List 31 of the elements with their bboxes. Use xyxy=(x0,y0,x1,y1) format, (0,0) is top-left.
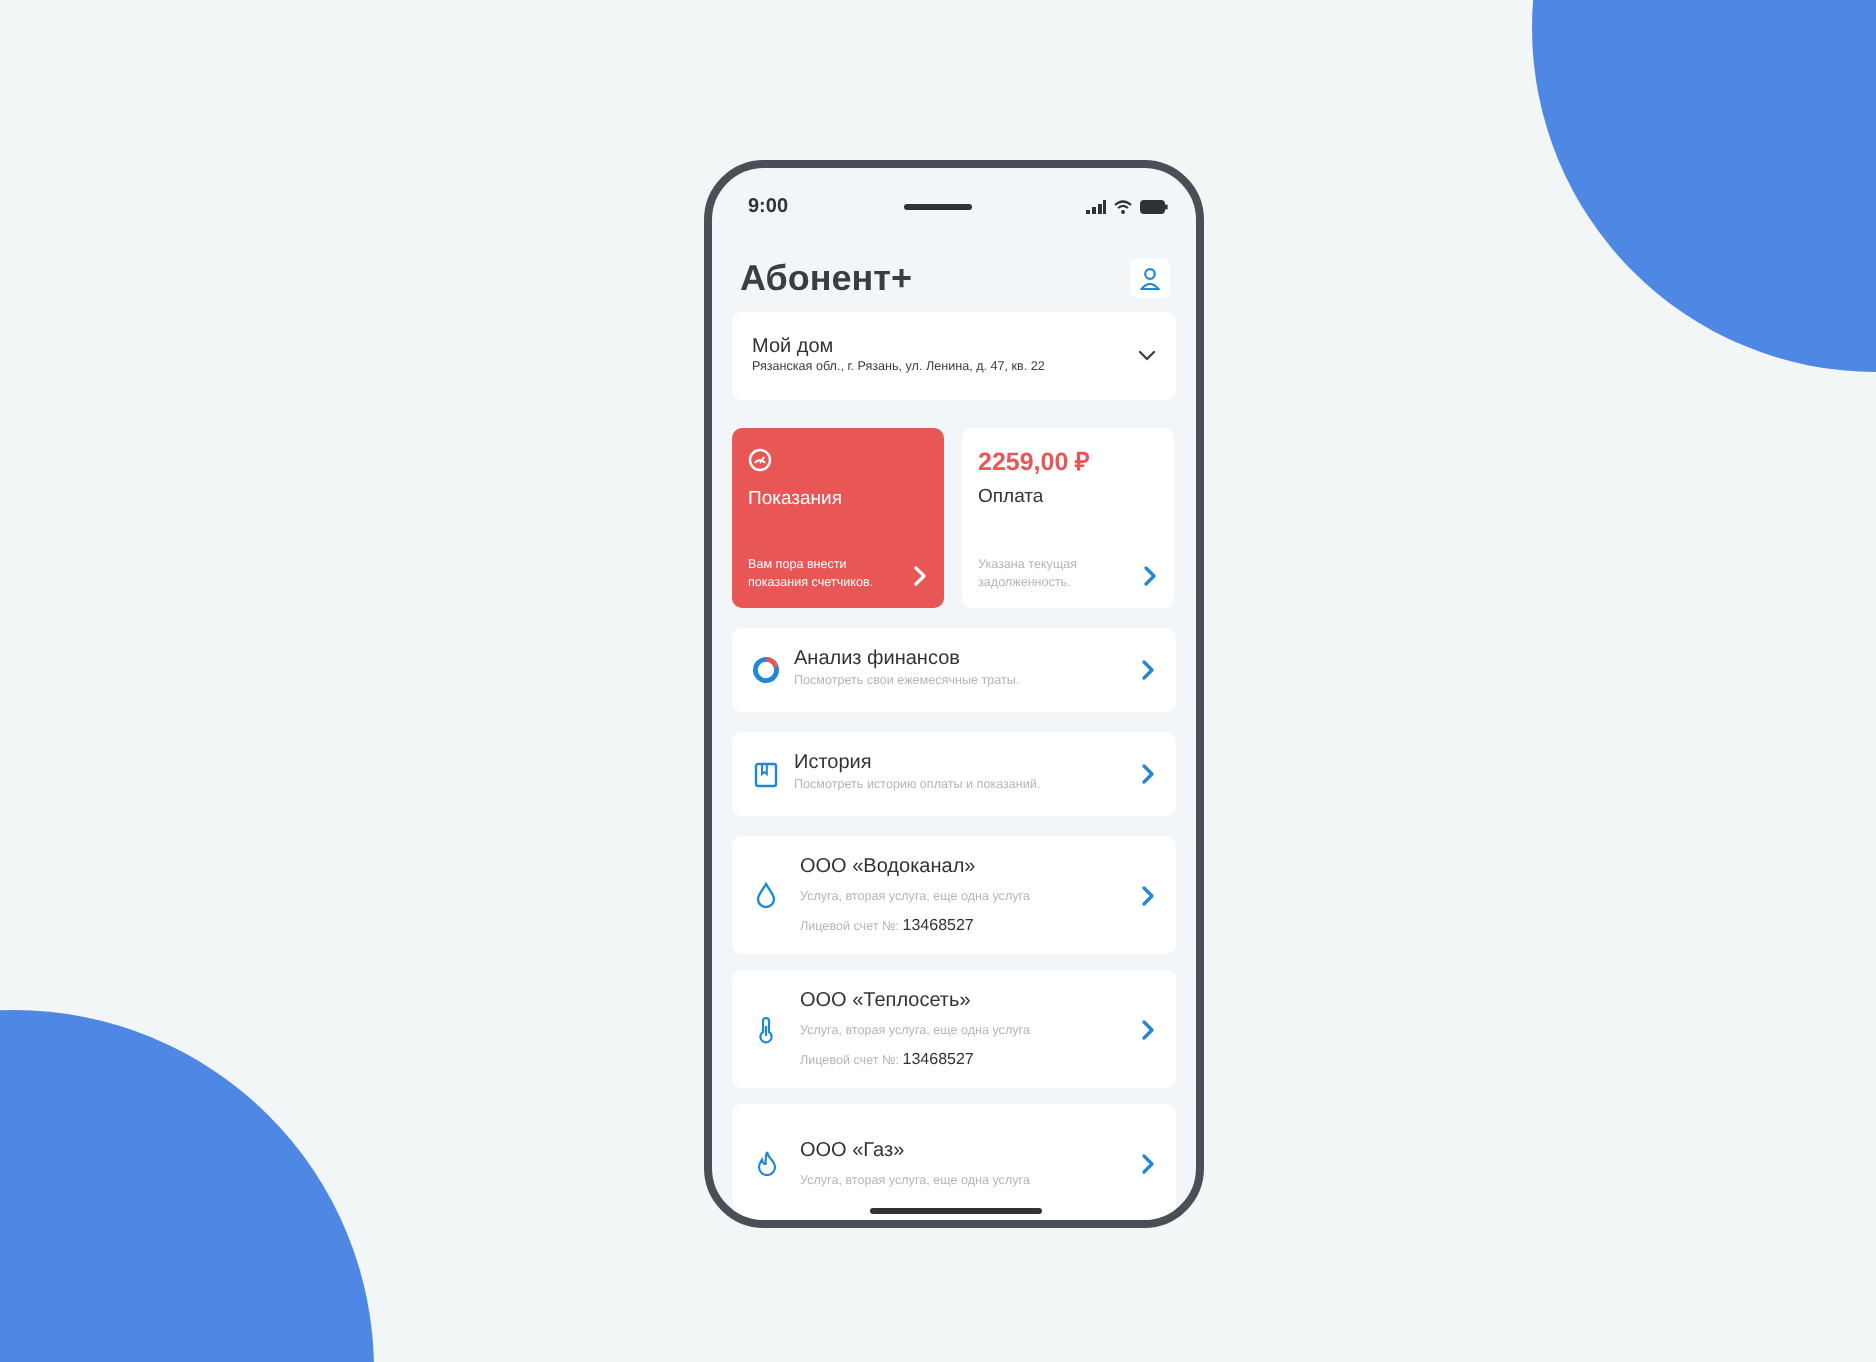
chevron-right-icon xyxy=(912,565,928,585)
speaker-bar xyxy=(903,204,971,210)
book-icon xyxy=(754,761,778,787)
readings-title: Показания xyxy=(748,488,844,511)
gauge-icon xyxy=(748,448,772,472)
provider-name: ООО «Теплосеть» xyxy=(800,988,973,1017)
chevron-right-icon xyxy=(1140,1019,1156,1039)
flame-icon xyxy=(755,1150,777,1176)
wifi-icon xyxy=(1113,200,1132,214)
status-time: 9:00 xyxy=(748,194,789,222)
provider-name: ООО «Водоканал» xyxy=(800,854,978,883)
menu-title: История xyxy=(794,752,874,777)
provider-name: ООО «Газ» xyxy=(800,1137,907,1166)
profile-button[interactable] xyxy=(1130,258,1170,298)
chevron-right-icon xyxy=(1140,764,1156,784)
signal-icon xyxy=(1085,200,1106,214)
chevron-right-icon xyxy=(1140,660,1156,680)
address-title: Мой дом xyxy=(752,335,836,360)
app-title: Абонент+ xyxy=(740,255,912,301)
payment-title: Оплата xyxy=(978,486,1046,509)
chevron-down-icon xyxy=(1138,350,1156,362)
user-icon xyxy=(1140,267,1160,289)
donut-chart-icon xyxy=(752,656,780,684)
chevron-right-icon xyxy=(1140,1153,1156,1173)
menu-title: Анализ финансов xyxy=(794,648,962,673)
chevron-right-icon xyxy=(1140,885,1156,905)
chevron-right-icon xyxy=(1142,565,1158,585)
drop-icon xyxy=(756,882,776,908)
payment-amount: 2259,00 ₽ xyxy=(978,448,1092,478)
battery-icon xyxy=(1139,200,1168,214)
thermometer-icon xyxy=(758,1015,774,1043)
